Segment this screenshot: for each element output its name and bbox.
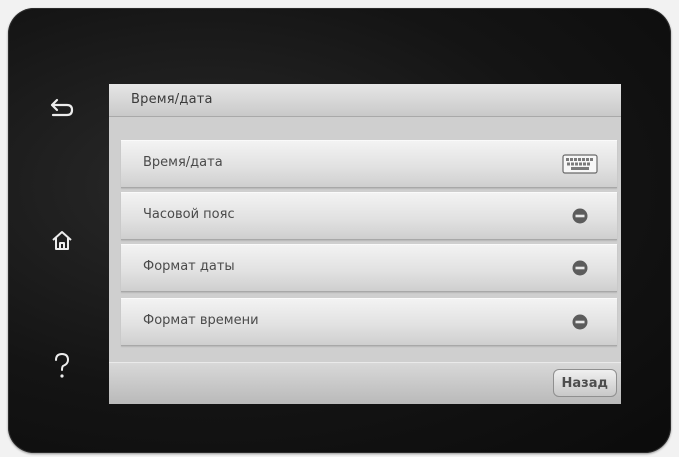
- screen-bottom-bar: Назад: [109, 362, 621, 404]
- printer-control-panel: Время/дата Время/дата Часовой пояс Форма…: [8, 8, 671, 453]
- page-title: Время/дата: [131, 92, 213, 107]
- dot-icon: [569, 205, 591, 227]
- back-icon: [50, 98, 74, 117]
- keyboard-icon: [561, 153, 599, 175]
- menu-item-date-format[interactable]: Формат даты: [121, 244, 617, 292]
- menu-item-label: Часовой пояс: [143, 207, 235, 222]
- help-hardware-button[interactable]: [48, 352, 76, 380]
- menu-item-time-zone[interactable]: Часовой пояс: [121, 192, 617, 240]
- back-hardware-button[interactable]: [48, 94, 76, 122]
- menu-item-label: Формат времени: [143, 313, 259, 328]
- help-icon: [55, 352, 70, 378]
- dot-icon: [569, 311, 591, 333]
- menu-item-time-date[interactable]: Время/дата: [121, 140, 617, 188]
- back-button[interactable]: Назад: [552, 369, 617, 397]
- menu-item-label: Формат даты: [143, 259, 235, 274]
- menu-item-time-format[interactable]: Формат времени: [121, 298, 617, 346]
- screen-title-bar: Время/дата: [109, 84, 621, 117]
- home-hardware-button[interactable]: [48, 226, 76, 254]
- menu-item-label: Время/дата: [143, 155, 223, 170]
- dot-icon: [569, 257, 591, 279]
- touch-screen: Время/дата Время/дата Часовой пояс Форма…: [109, 84, 621, 404]
- home-icon: [52, 231, 72, 250]
